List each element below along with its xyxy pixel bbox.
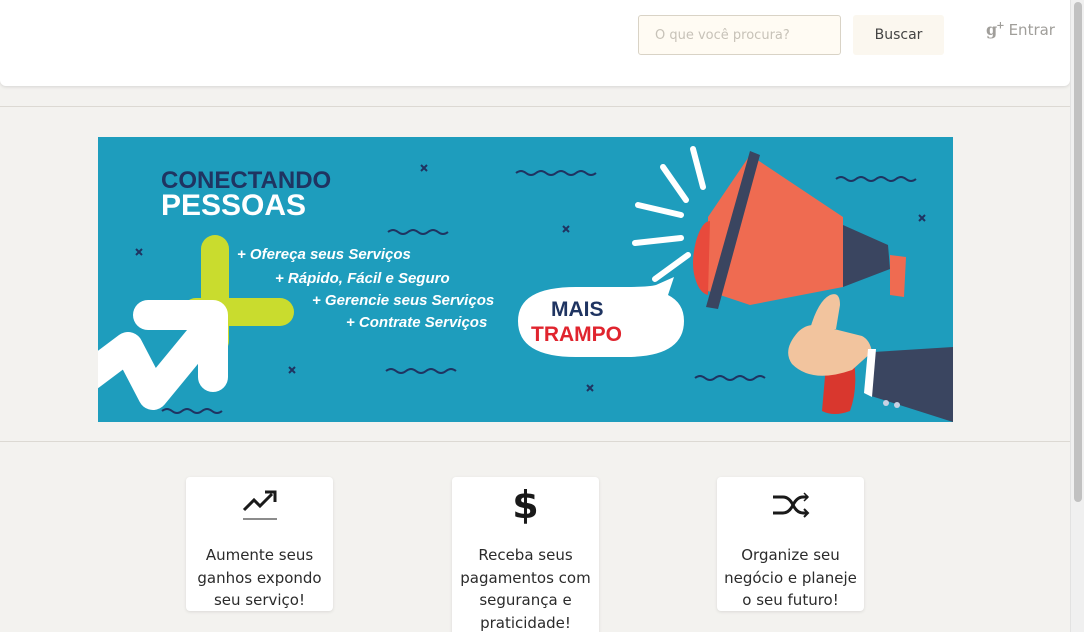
bubble-text-line2: TRAMPO: [531, 323, 622, 346]
search-input[interactable]: [638, 15, 841, 55]
feature-text: Receba seus pagamentos com segurança e p…: [460, 546, 591, 632]
feature-text: Aumente seus ganhos expondo seu serviço!: [197, 546, 322, 609]
banner-bullet: + Gerencie seus Serviços: [312, 292, 495, 309]
google-plus-icon: g+: [986, 20, 1005, 39]
scrollbar-thumb[interactable]: [1074, 2, 1082, 502]
promo-banner[interactable]: CONECTANDO PESSOAS + Ofereça seus Serviç…: [98, 137, 953, 422]
bubble-text-line1: MAIS: [551, 298, 604, 321]
dollar-icon: $: [512, 483, 539, 527]
burst-lines: [632, 146, 706, 282]
login-label: Entrar: [1008, 20, 1055, 39]
banner-title-line2: PESSOAS: [161, 189, 307, 222]
hand-illustration: [788, 294, 953, 422]
banner-bullet: + Ofereça seus Serviços: [237, 246, 411, 263]
divider: [0, 441, 1070, 442]
feature-text: Organize seu negócio e planeje o seu fut…: [724, 546, 857, 609]
trending-up-icon: [186, 485, 333, 525]
feature-card: Organize seu negócio e planeje o seu fut…: [717, 477, 864, 611]
top-header: Buscar g+ Entrar: [0, 0, 1070, 86]
shuffle-icon: [717, 485, 864, 525]
feature-card: $ Receba seus pagamentos com segurança e…: [452, 477, 599, 632]
banner-bullet: + Rápido, Fácil e Seguro: [275, 270, 450, 287]
login-link[interactable]: g+ Entrar: [986, 20, 1055, 39]
banner-bullet: + Contrate Serviços: [346, 314, 488, 331]
search-button[interactable]: Buscar: [853, 15, 944, 55]
white-arrow-shape: [98, 300, 228, 410]
feature-card: Aumente seus ganhos expondo seu serviço!: [186, 477, 333, 611]
scrollbar[interactable]: [1070, 0, 1084, 632]
divider: [0, 106, 1070, 107]
